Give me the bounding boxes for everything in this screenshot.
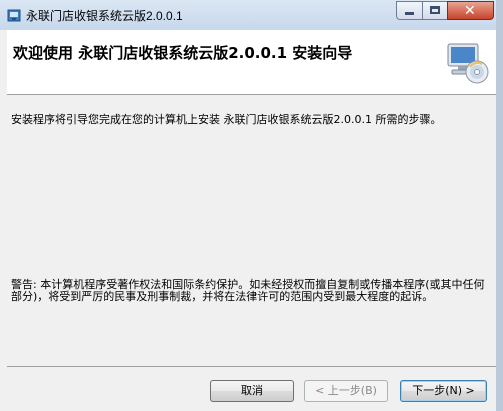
close-icon: ✕ (464, 3, 476, 19)
cancel-button[interactable]: 取消 (210, 380, 294, 402)
back-button[interactable]: < 上一步(B) (304, 380, 388, 402)
copyright-warning: 警告: 本计算机程序受著作权法和国际条约保护。如未经授权而擅自复制或传播本程序(… (11, 278, 485, 303)
installer-window: 永联门店收银系统云版2.0.0.1 ✕ 欢迎使用 永联门店收银系统云版2.0.0… (0, 0, 503, 411)
window-title: 永联门店收银系统云版2.0.0.1 (26, 9, 183, 23)
window-right-frame (496, 0, 503, 411)
setup-disc-computer-icon (447, 43, 489, 84)
intro-text: 安装程序将引导您完成在您的计算机上安装 永联门店收银系统云版2.0.0.1 所需… (11, 113, 442, 126)
minimize-button[interactable] (396, 1, 423, 20)
close-button[interactable]: ✕ (447, 1, 494, 20)
minimize-icon (405, 12, 414, 15)
title-bar[interactable]: 永联门店收银系统云版2.0.0.1 ✕ (0, 0, 503, 30)
wizard-content: 安装程序将引导您完成在您的计算机上安装 永联门店收银系统云版2.0.0.1 所需… (7, 95, 496, 365)
maximize-button[interactable] (422, 1, 448, 20)
next-button[interactable]: 下一步(N) > (400, 380, 487, 402)
installer-app-icon (7, 9, 21, 22)
page-title: 欢迎使用 永联门店收银系统云版2.0.0.1 安装向导 (13, 44, 353, 62)
wizard-header: 欢迎使用 永联门店收银系统云版2.0.0.1 安装向导 (7, 30, 496, 95)
footer-divider (7, 366, 496, 367)
maximize-icon (430, 6, 440, 14)
